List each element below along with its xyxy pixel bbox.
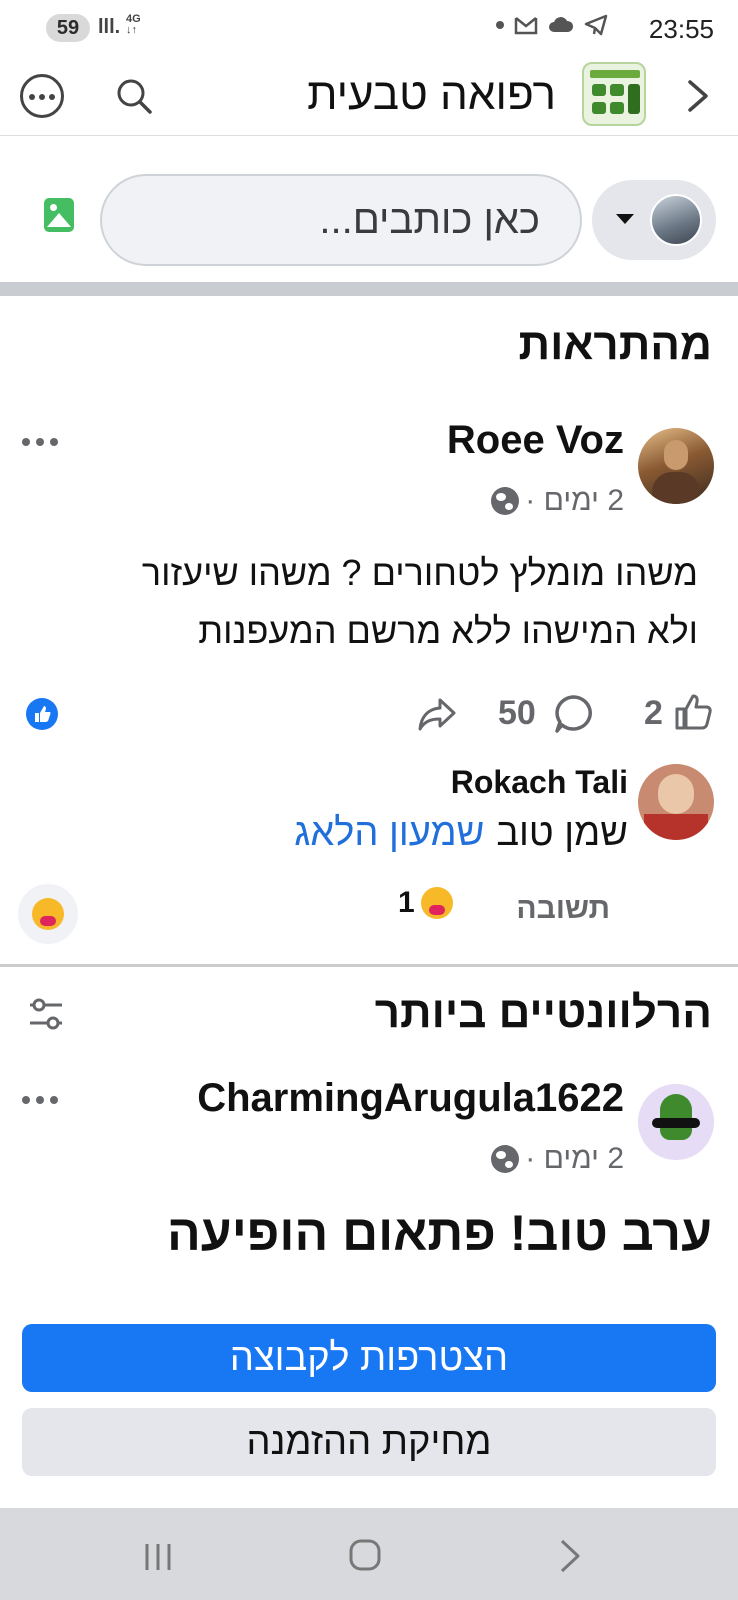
post-text-line: משהו מומלץ לטחורים ? משהו שיעזור xyxy=(141,552,698,593)
group-cover-thumbnail[interactable] xyxy=(582,62,646,126)
author-avatar[interactable] xyxy=(638,1084,714,1160)
post-meta: 2 ימים · xyxy=(491,1142,624,1176)
reaction-count: 1 xyxy=(398,886,415,919)
comment-reactions[interactable]: 1 xyxy=(398,886,453,920)
reply-button[interactable]: תשובה xyxy=(516,892,610,926)
highlights-section-title: מהתראות xyxy=(518,320,713,369)
gmail-icon xyxy=(514,17,538,35)
cloud-icon xyxy=(549,17,574,32)
notification-count-badge: 59 xyxy=(46,14,90,42)
globe-icon xyxy=(491,487,520,515)
commenter-name[interactable]: Rokach Tali xyxy=(451,764,628,801)
signal-icon: lll. xyxy=(98,16,121,38)
comment-text: שמן טוב xyxy=(496,812,628,854)
like-count[interactable]: 2 xyxy=(644,694,663,733)
like-icon[interactable] xyxy=(672,690,716,734)
home-icon[interactable] xyxy=(348,1538,382,1572)
post-options-button[interactable] xyxy=(22,1096,58,1106)
author-avatar[interactable] xyxy=(638,428,714,504)
care-reaction-icon xyxy=(32,898,64,930)
post-text-line: ולא המישהו ללא מרשם המעפנות xyxy=(198,610,698,651)
dot-icon xyxy=(496,21,504,29)
commenter-avatar[interactable] xyxy=(638,764,714,840)
recent-apps-icon[interactable] xyxy=(142,1542,174,1572)
post-composer: כאן כותבים... xyxy=(0,136,738,282)
care-reaction-icon xyxy=(420,887,453,919)
caret-down-icon xyxy=(616,214,634,224)
like-reaction-icon xyxy=(26,698,58,730)
post-author-name[interactable]: CharmingArugula1622 xyxy=(197,1076,624,1121)
profile-switcher[interactable] xyxy=(592,180,716,260)
section-divider xyxy=(0,282,738,296)
post-author-name[interactable]: Roee Voz xyxy=(447,418,624,463)
composer-input[interactable]: כאן כותבים... xyxy=(100,174,582,266)
chevron-right-icon[interactable] xyxy=(678,74,718,118)
post-text: ערב טוב! פתאום הופיעה xyxy=(167,1205,712,1261)
post-body: משהו מומלץ לטחורים ? משהו שיעזור ולא המי… xyxy=(18,544,698,660)
system-nav-bar xyxy=(0,1508,738,1600)
telegram-icon xyxy=(584,14,608,36)
post-meta: 2 ימים · xyxy=(491,484,624,518)
filter-icon[interactable] xyxy=(26,996,66,1032)
comment-body: שמן טוב שמעון הלאג xyxy=(294,812,628,855)
group-header: רפואה טבעית xyxy=(0,58,738,136)
post-time[interactable]: 2 ימים · xyxy=(525,484,624,518)
comment-icon[interactable] xyxy=(552,692,596,736)
post-options-button[interactable] xyxy=(22,438,58,448)
react-button[interactable] xyxy=(18,884,78,944)
search-icon[interactable] xyxy=(112,74,156,118)
relevant-section-title: הרלוונטיים ביותר xyxy=(374,988,712,1037)
share-icon[interactable] xyxy=(416,694,458,734)
comment-count[interactable]: 50 xyxy=(498,694,536,733)
section-separator xyxy=(0,964,738,967)
more-options-button[interactable] xyxy=(20,74,64,118)
status-bar: 59 lll. 4G ↓↑ 23:55 xyxy=(0,0,738,58)
join-group-button[interactable]: הצטרפות לקבוצה xyxy=(22,1324,716,1392)
delete-invite-button[interactable]: מחיקת ההזמנה xyxy=(22,1408,716,1476)
clock: 23:55 xyxy=(648,14,714,44)
back-nav-icon[interactable] xyxy=(558,1538,582,1574)
post-action-row: 50 2 xyxy=(0,680,738,750)
status-icons xyxy=(496,14,608,36)
user-avatar xyxy=(650,194,702,246)
post-time[interactable]: 2 ימים · xyxy=(525,1142,624,1176)
mention-link[interactable]: שמעון הלאג xyxy=(294,812,484,855)
photo-icon[interactable] xyxy=(44,198,74,232)
group-title[interactable]: רפואה טבעית xyxy=(307,70,556,120)
globe-icon xyxy=(491,1145,520,1173)
network-type: 4G ↓↑ xyxy=(126,13,141,36)
